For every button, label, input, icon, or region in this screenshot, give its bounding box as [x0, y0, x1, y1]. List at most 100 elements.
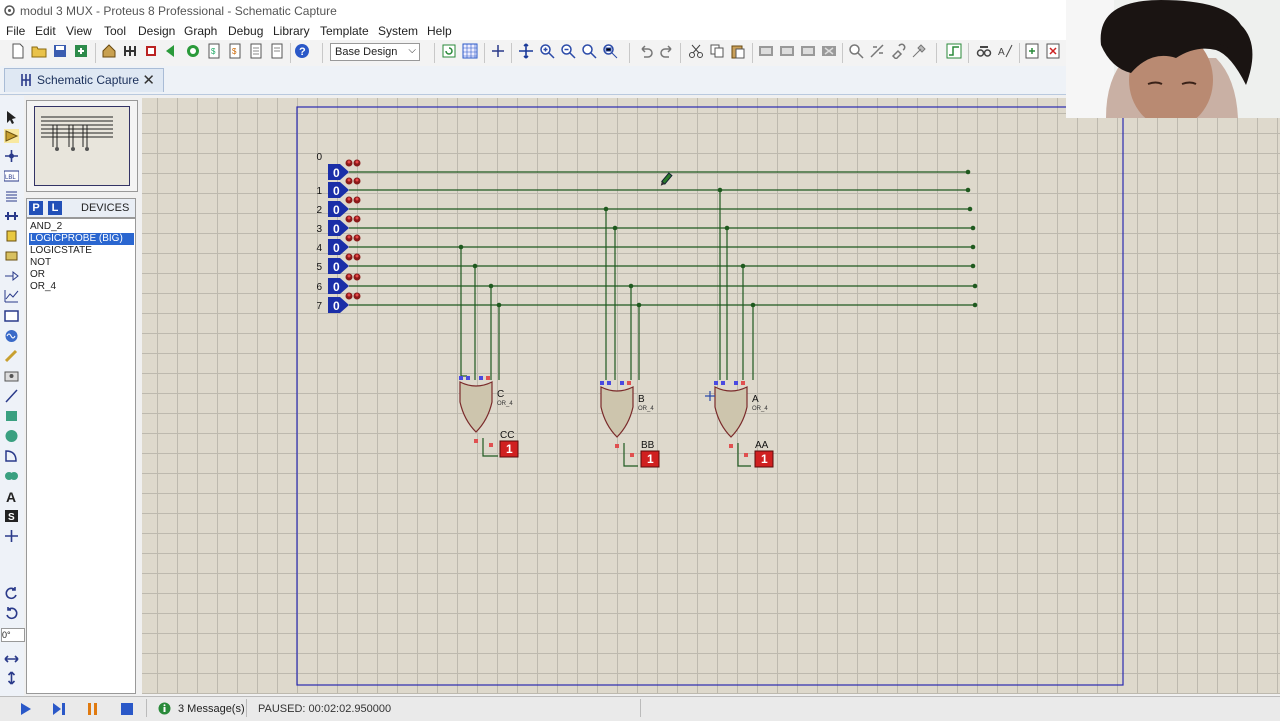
back-green-icon[interactable]	[164, 43, 180, 59]
grid-icon[interactable]	[462, 43, 478, 59]
marker-2d-icon[interactable]	[4, 529, 19, 543]
new-sheet-icon[interactable]	[1024, 43, 1040, 59]
close-tab-icon[interactable]: ✕	[142, 71, 155, 89]
block-delete-icon[interactable]	[821, 43, 837, 59]
tab-schematic-capture[interactable]: Schematic Capture ✕	[4, 68, 164, 92]
step-icon[interactable]	[52, 702, 66, 716]
device-item[interactable]: AND_2	[29, 221, 134, 233]
messages-count[interactable]: 3 Message(s)	[178, 703, 245, 715]
or4-gate-B[interactable]: BOR_4	[600, 381, 654, 448]
undo-icon[interactable]	[638, 43, 654, 59]
zoom-out-icon[interactable]	[560, 43, 576, 59]
text-script-icon[interactable]	[4, 189, 19, 203]
device-item[interactable]: LOGICSTATE	[29, 245, 134, 257]
search-tag-icon[interactable]	[976, 43, 992, 59]
play-icon[interactable]	[18, 702, 32, 716]
overview-window[interactable]	[26, 100, 138, 192]
wire-label-icon[interactable]: LBL	[4, 169, 19, 183]
origin-icon[interactable]	[490, 43, 506, 59]
decompose-icon[interactable]	[911, 43, 927, 59]
import-icon[interactable]	[73, 43, 89, 59]
cut-icon[interactable]	[688, 43, 704, 59]
zoom-area-icon[interactable]	[602, 43, 618, 59]
pcb-icon[interactable]	[122, 43, 138, 59]
wire-autoroute-icon[interactable]	[946, 43, 962, 59]
pause-icon[interactable]	[86, 702, 100, 716]
pan-icon[interactable]	[518, 43, 534, 59]
subcircuit-icon[interactable]	[4, 229, 19, 243]
logicstate-2[interactable]: 20	[316, 196, 361, 218]
logicstate-7[interactable]: 70	[316, 292, 361, 314]
gerber-icon[interactable]	[185, 43, 201, 59]
terminal-mode-icon[interactable]	[4, 249, 19, 263]
line-2d-icon[interactable]	[4, 389, 19, 403]
logicstate-5[interactable]: 50	[316, 253, 361, 275]
box-2d-icon[interactable]	[4, 409, 19, 423]
menu-tool[interactable]: Tool	[104, 24, 126, 38]
block-move-icon[interactable]	[779, 43, 795, 59]
menu-edit[interactable]: Edit	[35, 24, 56, 38]
save-icon[interactable]	[52, 43, 68, 59]
generator-mode-icon[interactable]	[4, 329, 19, 343]
circle-2d-icon[interactable]	[4, 429, 19, 443]
home-icon[interactable]	[101, 43, 117, 59]
mirror-vertical-icon[interactable]	[4, 671, 19, 685]
new-file-icon[interactable]	[10, 43, 26, 59]
device-item[interactable]: NOT	[29, 257, 134, 269]
help-icon[interactable]: ?	[294, 43, 310, 59]
device-item[interactable]: OR	[29, 269, 134, 281]
component-mode-icon[interactable]	[4, 129, 19, 143]
logicstate-4[interactable]: 40	[316, 234, 361, 256]
info-icon[interactable]	[158, 702, 171, 715]
menu-file[interactable]: File	[6, 24, 25, 38]
path-2d-icon[interactable]	[4, 469, 19, 483]
block-rotate-icon[interactable]	[800, 43, 816, 59]
block-copy-icon[interactable]	[758, 43, 774, 59]
pick-devices-button[interactable]: P	[29, 201, 43, 215]
selection-mode-icon[interactable]	[4, 110, 19, 124]
logicstate-0[interactable]: 00	[316, 152, 361, 180]
rotation-angle-field[interactable]: 0°	[1, 628, 25, 642]
chip-icon[interactable]	[143, 43, 159, 59]
graph-mode-icon[interactable]	[4, 289, 19, 303]
rotate-clockwise-icon[interactable]	[4, 586, 19, 600]
doc-icon[interactable]	[248, 43, 264, 59]
voltage-probe-icon[interactable]	[4, 349, 19, 363]
report-icon[interactable]: $	[227, 43, 243, 59]
paste-icon[interactable]	[730, 43, 746, 59]
schematic-canvas[interactable]: 0010203040506070 C OR_4 CC 1 B OR_4 BB 1 A OR_4 AA…	[142, 98, 1280, 694]
page-icon[interactable]	[269, 43, 285, 59]
menu-design[interactable]: Design	[138, 24, 175, 38]
menu-system[interactable]: System	[378, 24, 418, 38]
design-variant-select[interactable]: Base Design ⌵	[330, 43, 420, 61]
refresh-icon[interactable]	[441, 43, 457, 59]
menu-graph[interactable]: Graph	[184, 24, 217, 38]
zoom-in-icon[interactable]	[539, 43, 555, 59]
bus-mode-icon[interactable]	[4, 209, 19, 223]
menu-debug[interactable]: Debug	[228, 24, 263, 38]
stop-icon[interactable]	[120, 702, 134, 716]
zoom-all-icon[interactable]	[581, 43, 597, 59]
rotate-anticlockwise-icon[interactable]	[4, 606, 19, 620]
device-item[interactable]: OR_4	[29, 281, 134, 293]
arc-2d-icon[interactable]	[4, 449, 19, 463]
menu-view[interactable]: View	[66, 24, 92, 38]
redo-icon[interactable]	[659, 43, 675, 59]
tape-recorder-icon[interactable]	[4, 309, 19, 323]
device-pins-icon[interactable]	[4, 269, 19, 283]
symbol-2d-icon[interactable]: S	[4, 509, 19, 523]
bom-icon[interactable]: $	[206, 43, 222, 59]
open-folder-icon[interactable]	[31, 43, 47, 59]
logicstate-6[interactable]: 60	[316, 273, 361, 295]
property-tool-icon[interactable]: A	[997, 43, 1013, 59]
device-item-selected[interactable]: LOGICPROBE (BIG)	[29, 233, 134, 245]
pick-device-icon[interactable]	[848, 43, 864, 59]
or4-gate-A[interactable]: AOR_4	[714, 381, 768, 448]
menu-template[interactable]: Template	[320, 24, 369, 38]
virtual-instruments-icon[interactable]	[4, 369, 19, 383]
package-tool-icon[interactable]	[890, 43, 906, 59]
logicstate-1[interactable]: 10	[316, 177, 361, 199]
menu-library[interactable]: Library	[273, 24, 310, 38]
copy-icon[interactable]	[709, 43, 725, 59]
library-manager-button[interactable]: L	[48, 201, 62, 215]
